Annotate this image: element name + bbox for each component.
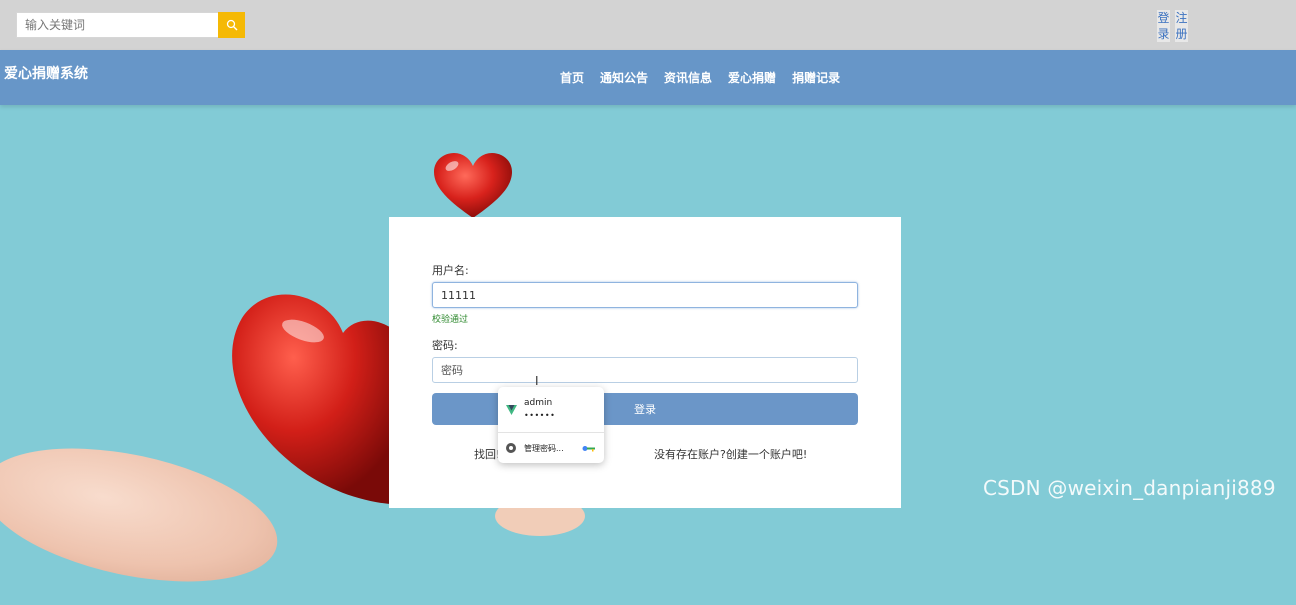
validation-message: 校验通过 <box>432 315 469 325</box>
manage-passwords-link[interactable]: 管理密码... <box>524 443 564 454</box>
password-label: 密码: <box>432 339 458 352</box>
nav-menu: 首页 通知公告 资讯信息 爱心捐赠 捐赠记录 <box>560 69 840 86</box>
username-label: 用户名: <box>432 264 469 277</box>
large-heart-image <box>232 294 408 505</box>
login-card: 用户名: 校验通过 密码: 登录 找回! 没有存在账户?创建一个账户吧! <box>389 217 901 508</box>
create-account-link[interactable]: 没有存在账户?创建一个账户吧! <box>654 446 807 462</box>
login-link[interactable]: 登录 <box>1157 10 1170 42</box>
autofill-masked-password: •••••• <box>524 411 556 420</box>
register-link[interactable]: 注册 <box>1175 10 1188 42</box>
password-input[interactable] <box>432 357 858 383</box>
password-autofill-popup: admin •••••• 管理密码... <box>498 387 604 463</box>
nav-item-home[interactable]: 首页 <box>560 69 584 86</box>
text-cursor-icon: I <box>535 374 539 388</box>
search-icon <box>226 19 237 31</box>
nav-item-notices[interactable]: 通知公告 <box>600 69 648 86</box>
site-title: 爱心捐赠系统 <box>4 66 88 82</box>
autofill-account-name[interactable]: admin <box>524 398 552 408</box>
key-icon <box>582 446 595 452</box>
csdn-watermark: CSDN @weixin_danpianji889 <box>983 476 1276 500</box>
forgot-password-link[interactable]: 找回! <box>474 446 500 462</box>
username-input[interactable] <box>432 282 858 308</box>
small-heart-image <box>434 153 512 218</box>
nav-item-donate[interactable]: 爱心捐赠 <box>728 69 776 86</box>
nav-item-news[interactable]: 资讯信息 <box>664 69 712 86</box>
chrome-icon <box>506 443 516 453</box>
search-input[interactable] <box>16 12 218 38</box>
search-button[interactable] <box>218 12 245 38</box>
top-bar: 登录 注册 <box>0 0 1296 50</box>
vue-logo-icon <box>506 405 517 415</box>
autofill-divider <box>498 432 604 433</box>
login-submit-button[interactable]: 登录 <box>432 393 858 425</box>
nav-item-donation-records[interactable]: 捐赠记录 <box>792 69 840 86</box>
main-navbar: 爱心捐赠系统 首页 通知公告 资讯信息 爱心捐赠 捐赠记录 <box>0 50 1296 105</box>
